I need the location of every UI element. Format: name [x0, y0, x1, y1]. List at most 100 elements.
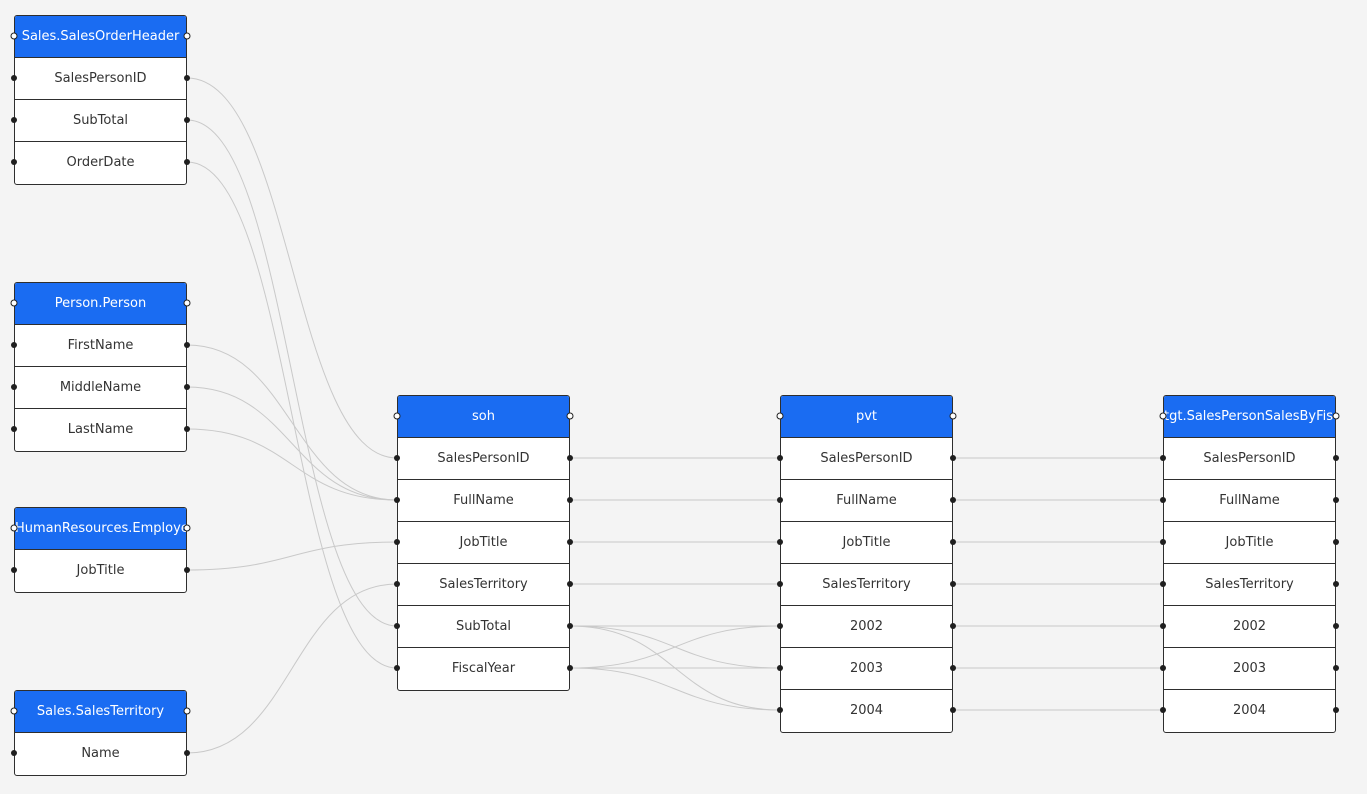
column-output-port[interactable] — [950, 539, 956, 545]
column-row-2003[interactable]: 2003 — [1164, 648, 1335, 690]
column-input-port[interactable] — [394, 539, 400, 545]
table-node-territory[interactable]: Sales.SalesTerritory Name — [14, 690, 187, 776]
column-input-port[interactable] — [394, 623, 400, 629]
column-output-port[interactable] — [184, 426, 190, 432]
column-input-port[interactable] — [11, 750, 17, 756]
column-output-port[interactable] — [950, 581, 956, 587]
column-input-port[interactable] — [777, 539, 783, 545]
table-node-soh-src[interactable]: Sales.SalesOrderHeader SalesPersonID SubTo… — [14, 15, 187, 185]
column-input-port[interactable] — [11, 567, 17, 573]
column-row-fullname[interactable]: FullName — [781, 480, 952, 522]
node-input-port[interactable] — [10, 299, 18, 307]
table-node-tgt[interactable]: tgt.SalesPersonSalesByFiscalYearsSalesPe… — [1163, 395, 1336, 733]
column-output-port[interactable] — [1333, 665, 1339, 671]
node-input-port[interactable] — [776, 412, 784, 420]
column-input-port[interactable] — [777, 581, 783, 587]
column-output-port[interactable] — [1333, 539, 1339, 545]
column-input-port[interactable] — [1160, 707, 1166, 713]
column-input-port[interactable] — [1160, 455, 1166, 461]
column-row-salespersonid[interactable]: SalesPersonID — [1164, 438, 1335, 480]
column-row-2002[interactable]: 2002 — [1164, 606, 1335, 648]
column-input-port[interactable] — [1160, 665, 1166, 671]
column-row-salespersonid[interactable]: SalesPersonID — [398, 438, 569, 480]
column-input-port[interactable] — [11, 342, 17, 348]
column-output-port[interactable] — [1333, 581, 1339, 587]
column-row-lastname[interactable]: LastName — [15, 409, 186, 451]
column-row-2004[interactable]: 2004 — [1164, 690, 1335, 732]
column-row-2004[interactable]: 2004 — [781, 690, 952, 732]
table-node-title[interactable]: soh — [398, 396, 569, 438]
column-output-port[interactable] — [184, 384, 190, 390]
column-output-port[interactable] — [567, 623, 573, 629]
column-row-firstname[interactable]: FirstName — [15, 325, 186, 367]
column-row-fullname[interactable]: FullName — [1164, 480, 1335, 522]
column-output-port[interactable] — [184, 750, 190, 756]
column-output-port[interactable] — [184, 117, 190, 123]
node-output-port[interactable] — [183, 32, 191, 40]
column-row-subtotal[interactable]: SubTotal — [398, 606, 569, 648]
column-row-orderdate[interactable]: OrderDate — [15, 142, 186, 184]
column-row-jobtitle[interactable]: JobTitle — [398, 522, 569, 564]
column-output-port[interactable] — [950, 455, 956, 461]
node-input-port[interactable] — [10, 524, 18, 532]
column-input-port[interactable] — [1160, 497, 1166, 503]
lineage-canvas[interactable]: Sales.SalesOrderHeader SalesPersonID SubTo… — [0, 0, 1367, 794]
column-input-port[interactable] — [1160, 581, 1166, 587]
column-row-subtotal[interactable]: SubTotal — [15, 100, 186, 142]
column-row-salesterritory[interactable]: SalesTerritory — [781, 564, 952, 606]
column-row-jobtitle[interactable]: JobTitle — [781, 522, 952, 564]
column-output-port[interactable] — [950, 665, 956, 671]
column-row-fiscalyear[interactable]: FiscalYear — [398, 648, 569, 690]
node-input-port[interactable] — [10, 707, 18, 715]
column-row-fullname[interactable]: FullName — [398, 480, 569, 522]
node-input-port[interactable] — [393, 412, 401, 420]
column-row-salesterritory[interactable]: SalesTerritory — [1164, 564, 1335, 606]
table-node-person[interactable]: Person.Person FirstName MiddleName LastName — [14, 282, 187, 452]
node-input-port[interactable] — [10, 32, 18, 40]
column-input-port[interactable] — [1160, 539, 1166, 545]
column-input-port[interactable] — [777, 665, 783, 671]
column-input-port[interactable] — [11, 426, 17, 432]
table-node-pvt[interactable]: pvt SalesPersonID FullName JobTitle SalesTer… — [780, 395, 953, 733]
table-node-title[interactable]: Person.Person — [15, 283, 186, 325]
table-node-title[interactable]: pvt — [781, 396, 952, 438]
column-input-port[interactable] — [777, 623, 783, 629]
column-output-port[interactable] — [950, 623, 956, 629]
column-input-port[interactable] — [11, 75, 17, 81]
column-row-2003[interactable]: 2003 — [781, 648, 952, 690]
column-input-port[interactable] — [11, 159, 17, 165]
node-output-port[interactable] — [949, 412, 957, 420]
table-node-soh[interactable]: soh SalesPersonID FullName JobTitle SalesTer… — [397, 395, 570, 691]
column-output-port[interactable] — [567, 455, 573, 461]
table-node-employee[interactable]: HumanResources.Employee JobTitle — [14, 507, 187, 593]
column-input-port[interactable] — [777, 455, 783, 461]
column-output-port[interactable] — [184, 342, 190, 348]
column-input-port[interactable] — [1160, 623, 1166, 629]
column-input-port[interactable] — [11, 117, 17, 123]
column-input-port[interactable] — [394, 581, 400, 587]
column-output-port[interactable] — [567, 665, 573, 671]
column-output-port[interactable] — [567, 539, 573, 545]
table-node-title[interactable]: Sales.SalesOrderHeader — [15, 16, 186, 58]
column-row-jobtitle[interactable]: JobTitle — [15, 550, 186, 592]
column-row-middlename[interactable]: MiddleName — [15, 367, 186, 409]
column-row-salespersonid[interactable]: SalesPersonID — [781, 438, 952, 480]
node-output-port[interactable] — [183, 524, 191, 532]
column-row-salespersonid[interactable]: SalesPersonID — [15, 58, 186, 100]
column-input-port[interactable] — [394, 665, 400, 671]
column-output-port[interactable] — [567, 581, 573, 587]
column-output-port[interactable] — [1333, 623, 1339, 629]
column-row-salesterritory[interactable]: SalesTerritory — [398, 564, 569, 606]
column-output-port[interactable] — [950, 707, 956, 713]
column-output-port[interactable] — [950, 497, 956, 503]
column-output-port[interactable] — [1333, 497, 1339, 503]
node-input-port[interactable] — [1159, 412, 1167, 420]
node-output-port[interactable] — [183, 299, 191, 307]
column-row-2002[interactable]: 2002 — [781, 606, 952, 648]
column-output-port[interactable] — [184, 567, 190, 573]
column-input-port[interactable] — [394, 497, 400, 503]
node-output-port[interactable] — [566, 412, 574, 420]
node-output-port[interactable] — [1332, 412, 1340, 420]
column-row-jobtitle[interactable]: JobTitle — [1164, 522, 1335, 564]
column-input-port[interactable] — [11, 384, 17, 390]
